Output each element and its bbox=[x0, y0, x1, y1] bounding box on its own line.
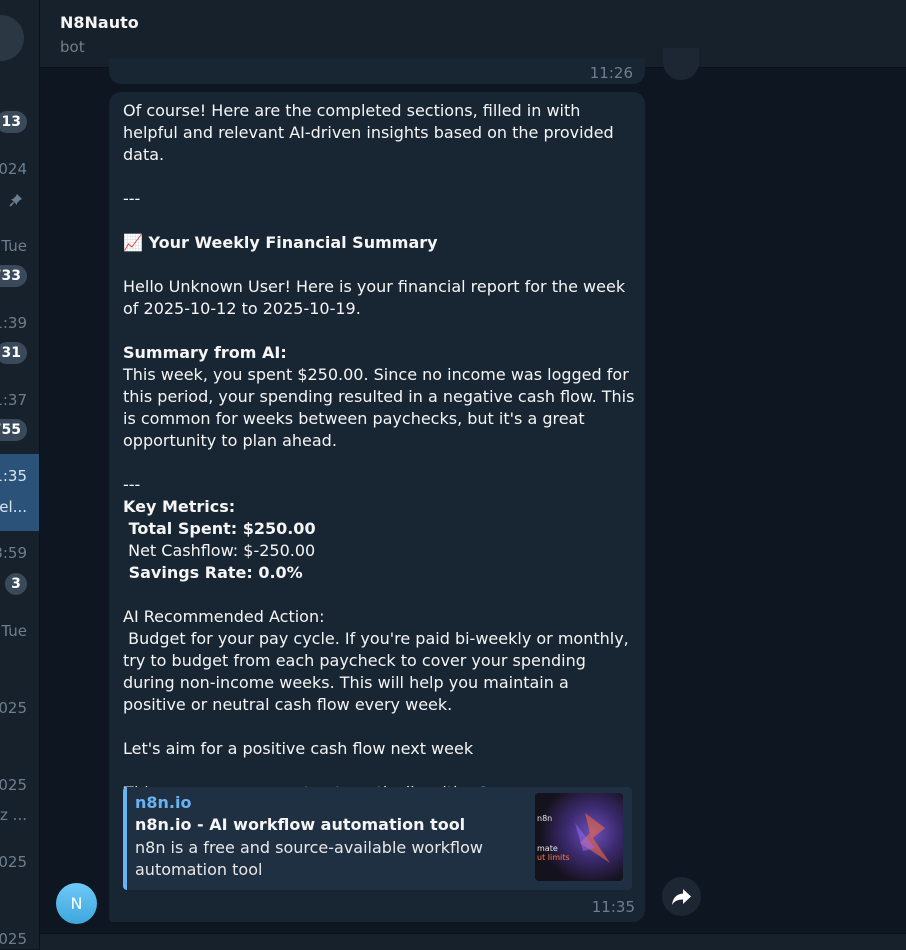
preview-title: n8n.io - AI workflow automation tool bbox=[135, 815, 466, 834]
chat-list-item[interactable]: 024 bbox=[0, 150, 39, 227]
separator: --- bbox=[123, 189, 141, 208]
chat-list-item[interactable]: 1:39 31 bbox=[0, 304, 39, 381]
composer-bar[interactable] bbox=[40, 933, 906, 950]
action-heading: AI Recommended Action: bbox=[123, 607, 325, 626]
unread-badge: 733 bbox=[0, 265, 27, 287]
preview-site-name: n8n.io bbox=[135, 793, 192, 812]
chat-list-item[interactable]: Tue 733 bbox=[0, 227, 39, 304]
summary-text: This week, you spent $250.00. Since no i… bbox=[123, 365, 640, 450]
chat-preview: el... bbox=[0, 498, 27, 516]
thumbnail-art bbox=[535, 793, 623, 881]
chat-list-item[interactable]: 025 bbox=[0, 689, 39, 766]
unread-badge: 3 bbox=[5, 573, 27, 595]
chat-list-item[interactable]: 025 bbox=[0, 920, 39, 949]
pin-icon bbox=[9, 194, 22, 207]
chat-preview: lz ... bbox=[0, 806, 27, 824]
chat-time: Tue bbox=[1, 622, 27, 640]
message-bubble: Of course! Here are the completed sectio… bbox=[109, 92, 645, 922]
report-title-text: Your Weekly Financial Summary bbox=[148, 233, 438, 252]
action-text: Budget for your pay cycle. If you're pai… bbox=[123, 629, 634, 714]
menu-avatar[interactable] bbox=[0, 15, 24, 61]
message-time: 11:26 bbox=[589, 64, 633, 82]
chat-list-item[interactable]: 1:37 755 bbox=[0, 381, 39, 458]
preview-description: n8n is a free and source-available workf… bbox=[135, 838, 484, 879]
sidebar-divider bbox=[39, 0, 40, 949]
chat-subtitle: bot bbox=[60, 38, 85, 56]
chat-list-item-active[interactable]: 1:35 el... bbox=[0, 454, 39, 531]
metric-total-spent: Total Spent: $250.00 bbox=[123, 519, 316, 538]
closing-line: Let's aim for a positive cash flow next … bbox=[123, 739, 474, 758]
separator: --- bbox=[123, 475, 141, 494]
bot-avatar[interactable]: N bbox=[56, 883, 97, 924]
message-text: Of course! Here are the completed sectio… bbox=[123, 100, 635, 804]
chat-list-item[interactable]: 13 bbox=[0, 83, 39, 160]
chat-time: 1:35 bbox=[0, 467, 27, 485]
thumb-text: ut limits bbox=[537, 853, 570, 862]
chat-time: 1:37 bbox=[0, 391, 27, 409]
unread-badge: 13 bbox=[0, 111, 27, 133]
link-preview[interactable]: n8n.io n8n.io - AI workflow automation t… bbox=[123, 787, 632, 890]
chat-list-sidebar: 13 024 Tue 733 1:39 31 1:37 755 1:35 el.… bbox=[0, 0, 39, 949]
thumb-text: n8n bbox=[537, 814, 553, 823]
metric-net-cashflow: Net Cashflow: $-250.00 bbox=[123, 541, 316, 560]
preview-thumbnail[interactable]: n8n mate ut limits bbox=[535, 793, 623, 881]
forward-button[interactable] bbox=[663, 48, 699, 80]
chat-time: 025 bbox=[0, 930, 27, 948]
chat-list-item[interactable]: Tue bbox=[0, 612, 39, 689]
unread-badge: 755 bbox=[0, 419, 27, 441]
previous-message-bubble: 11:26 bbox=[109, 58, 645, 84]
thumb-text: mate bbox=[537, 844, 558, 853]
metrics-heading: Key Metrics: bbox=[123, 497, 236, 516]
chat-time: 025 bbox=[0, 853, 27, 871]
forward-button[interactable] bbox=[662, 877, 701, 916]
chat-list-item[interactable]: 025 lz ... bbox=[0, 766, 39, 843]
chat-time: 025 bbox=[0, 776, 27, 794]
chat-title: N8Nauto bbox=[60, 13, 139, 32]
chart-increasing-icon: 📈 bbox=[123, 233, 143, 252]
message-time: 11:35 bbox=[591, 898, 635, 916]
metric-savings-rate: Savings Rate: 0.0% bbox=[123, 563, 303, 582]
chat-time: 3:59 bbox=[0, 544, 27, 562]
report-title: 📈 Your Weekly Financial Summary bbox=[123, 232, 635, 254]
forward-arrow-icon bbox=[672, 889, 691, 905]
unread-badge: 31 bbox=[0, 342, 27, 364]
greeting: Hello Unknown User! Here is your financi… bbox=[123, 277, 631, 318]
chat-time: Tue bbox=[1, 237, 27, 255]
summary-heading: Summary from AI: bbox=[123, 343, 287, 362]
preview-accent-bar bbox=[123, 787, 127, 890]
chat-time: 024 bbox=[0, 160, 27, 178]
chat-time: 1:39 bbox=[0, 314, 27, 332]
chat-list-item[interactable]: 3:59 3 bbox=[0, 535, 39, 612]
message-intro: Of course! Here are the completed sectio… bbox=[123, 101, 619, 164]
chat-time: 025 bbox=[0, 699, 27, 717]
chat-list-item[interactable]: 025 bbox=[0, 843, 39, 920]
